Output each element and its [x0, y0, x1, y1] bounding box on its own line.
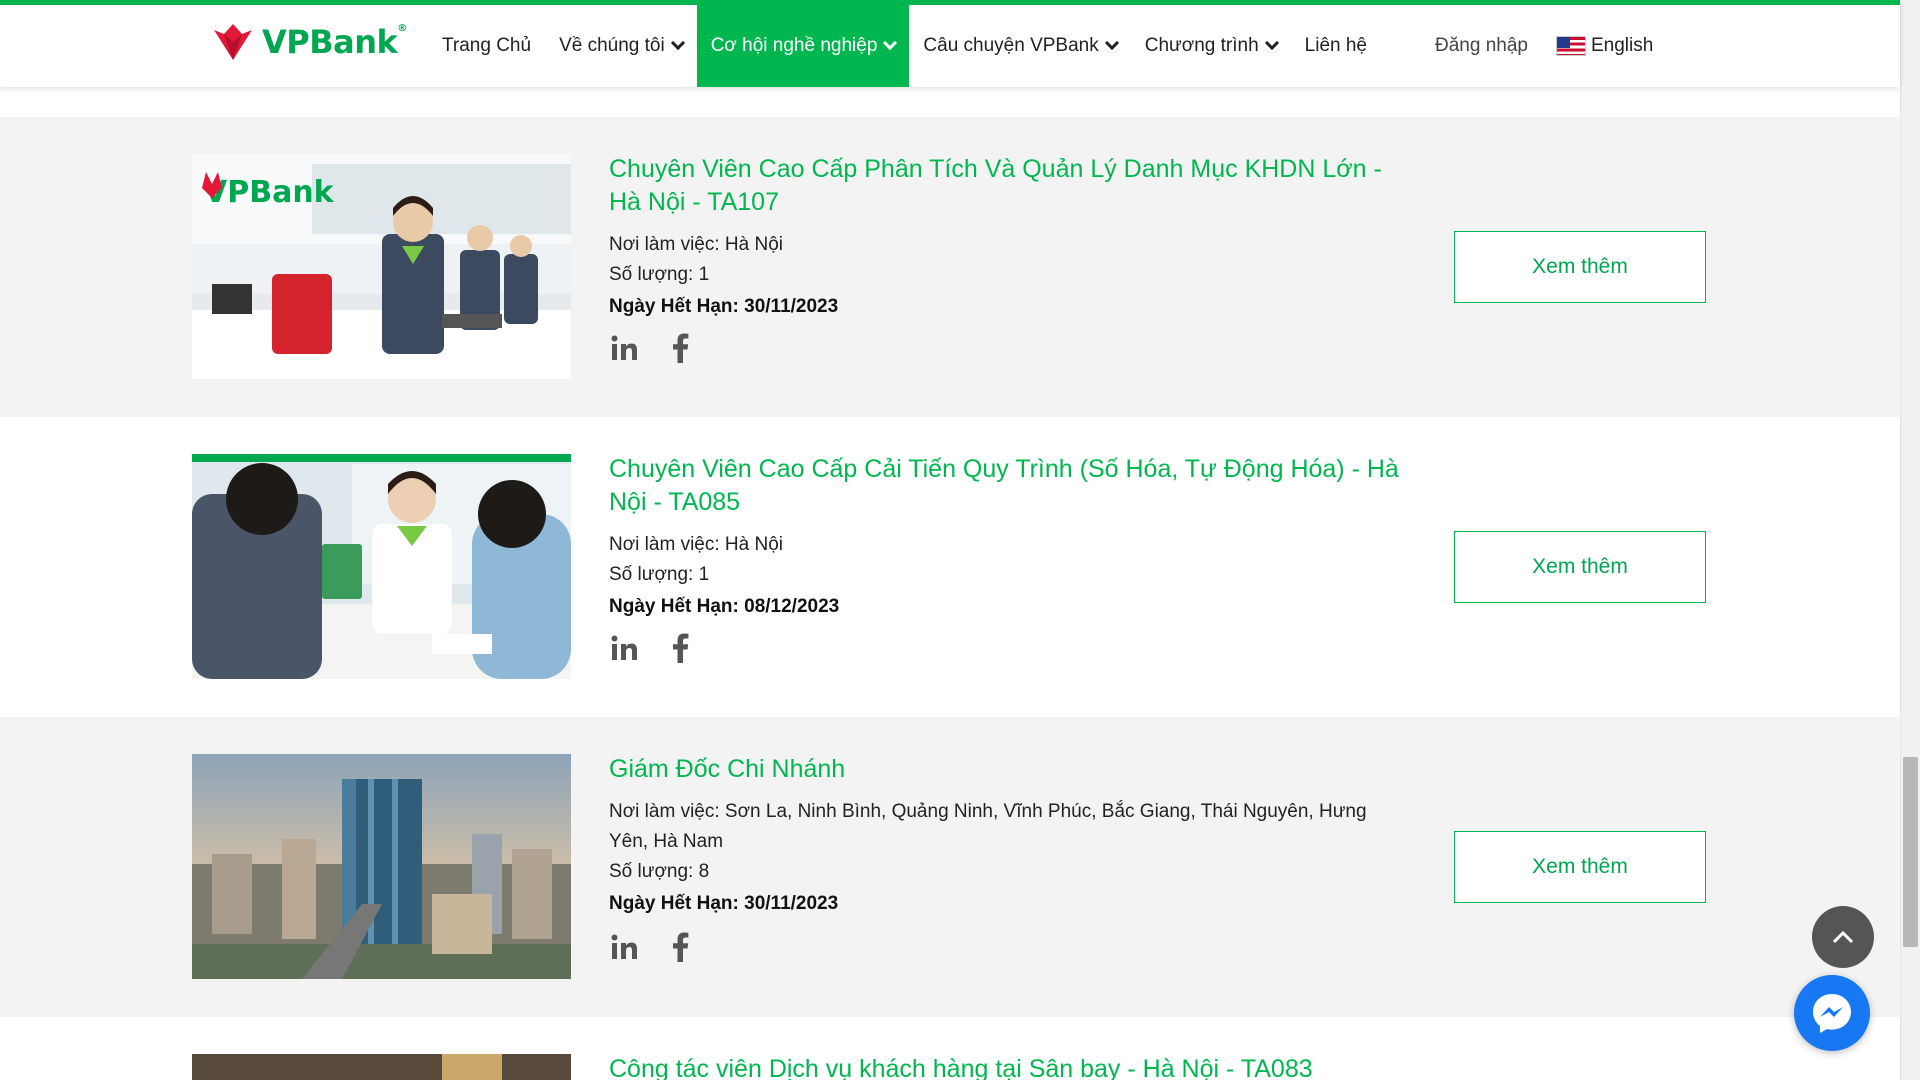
- nav-item-stories[interactable]: Câu chuyện VPBank: [909, 5, 1130, 87]
- linkedin-icon[interactable]: [609, 632, 639, 664]
- facebook-icon[interactable]: [665, 632, 695, 664]
- job-title[interactable]: Chuyên Viên Cao Cấp Cải Tiến Quy Trình (…: [609, 453, 1409, 519]
- bank-counter-staff-image[interactable]: VPBank: [192, 154, 571, 379]
- nav-item-label: Cơ hội nghề nghiệp: [710, 35, 878, 56]
- job-location: Nơi làm việc: Hà Nội: [609, 534, 783, 555]
- vpbank-tower-city-image[interactable]: [192, 754, 571, 979]
- vpbank-logo[interactable]: VPBank®: [210, 19, 407, 65]
- nav-item-home[interactable]: Trang Chủ: [428, 5, 545, 87]
- site-header: VPBank® Trang Chủ Về chúng tôi Cơ hội ng…: [0, 5, 1900, 87]
- social-share: [609, 931, 695, 963]
- job-location: Nơi làm việc: Sơn La, Ninh Bình, Quảng N…: [609, 801, 1367, 852]
- job-info: Nơi làm việc: Sơn La, Ninh Bình, Quảng N…: [609, 797, 1409, 919]
- job-title[interactable]: Chuyên Viên Cao Cấp Phân Tích Và Quản Lý…: [609, 153, 1409, 219]
- job-expiry: Ngày Hết Hạn: 30/11/2023: [609, 296, 839, 317]
- messenger-icon: [1813, 994, 1851, 1033]
- customer-consultation-image[interactable]: [192, 454, 571, 679]
- diamond-lounge-image[interactable]: [192, 1054, 571, 1080]
- nav-item-contact[interactable]: Liên hệ: [1291, 5, 1381, 87]
- job-row: VPBank Chuyên Viên Cao Cấp Phân Tích Và …: [0, 117, 1900, 417]
- nav-item-careers[interactable]: Cơ hội nghề nghiệp: [696, 5, 910, 87]
- view-more-button[interactable]: Xem thêm: [1454, 231, 1706, 303]
- scroll-to-top-button[interactable]: [1812, 906, 1874, 968]
- nav-item-programs[interactable]: Chương trình: [1131, 5, 1291, 87]
- job-location: Nơi làm việc: Hà Nội: [609, 234, 783, 255]
- job-quantity: Số lượng: 1: [609, 264, 710, 285]
- messenger-chat-button[interactable]: [1794, 975, 1870, 1051]
- social-share: [609, 632, 695, 664]
- linkedin-icon[interactable]: [609, 931, 639, 963]
- language-label: English: [1590, 35, 1654, 56]
- chevron-down-icon: [883, 35, 898, 51]
- scrollbar-thumb[interactable]: [1903, 757, 1918, 947]
- vpbank-logo-mark: [214, 24, 252, 60]
- page-scrollbar[interactable]: [1900, 0, 1920, 1080]
- job-expiry: Ngày Hết Hạn: 30/11/2023: [609, 893, 839, 914]
- view-more-button[interactable]: Xem thêm: [1454, 531, 1706, 603]
- job-expiry: Ngày Hết Hạn: 08/12/2023: [609, 596, 840, 617]
- nav-item-label: Về chúng tôi: [559, 35, 665, 56]
- job-quantity: Số lượng: 8: [609, 861, 710, 882]
- nav-item-label: Trang Chủ: [442, 35, 532, 56]
- job-title[interactable]: Công tác viên Dịch vụ khách hàng tại Sân…: [609, 1053, 1409, 1080]
- us-flag-icon: [1555, 36, 1586, 56]
- social-share: [609, 332, 695, 364]
- svg-text:VPBank: VPBank: [204, 175, 335, 210]
- logo-text: VPBank®: [262, 23, 407, 61]
- job-title[interactable]: Giám Đốc Chi Nhánh: [609, 753, 1409, 786]
- job-row: Chuyên Viên Cao Cấp Cải Tiến Quy Trình (…: [0, 417, 1900, 717]
- chevron-down-icon: [1104, 35, 1119, 51]
- job-row: Công tác viên Dịch vụ khách hàng tại Sân…: [0, 1017, 1900, 1080]
- job-info: Nơi làm việc: Hà Nội Số lượng: 1 Ngày Hế…: [609, 230, 1409, 322]
- nav-item-label: Câu chuyện VPBank: [923, 35, 1099, 56]
- job-info: Nơi làm việc: Hà Nội Số lượng: 1 Ngày Hế…: [609, 530, 1409, 622]
- facebook-icon[interactable]: [665, 332, 695, 364]
- view-more-button[interactable]: Xem thêm: [1454, 831, 1706, 903]
- main-nav: Trang Chủ Về chúng tôi Cơ hội nghề nghiệ…: [428, 5, 1667, 87]
- section-gap: [0, 87, 1900, 117]
- linkedin-icon[interactable]: [609, 332, 639, 364]
- facebook-icon[interactable]: [665, 931, 695, 963]
- job-row: Giám Đốc Chi Nhánh Nơi làm việc: Sơn La,…: [0, 717, 1900, 1017]
- language-switch[interactable]: English: [1542, 5, 1667, 87]
- nav-item-label: Liên hệ: [1304, 35, 1367, 56]
- chevron-down-icon: [1264, 35, 1279, 51]
- login-link[interactable]: Đăng nhập: [1421, 5, 1542, 87]
- job-quantity: Số lượng: 1: [609, 564, 710, 585]
- chevron-up-icon: [1832, 930, 1854, 944]
- nav-item-about[interactable]: Về chúng tôi: [545, 5, 697, 87]
- nav-item-label: Chương trình: [1144, 35, 1259, 56]
- chevron-down-icon: [670, 35, 685, 51]
- login-label: Đăng nhập: [1435, 35, 1528, 56]
